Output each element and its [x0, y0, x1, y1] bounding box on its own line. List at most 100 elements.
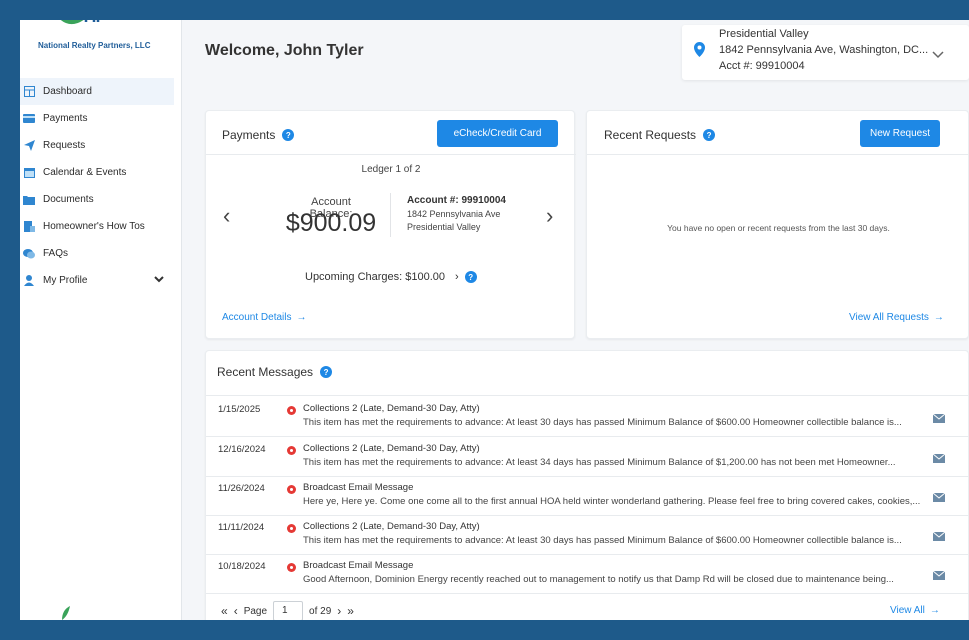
account-details-link[interactable]: Account Details → — [222, 312, 306, 323]
sidebar-item-dashboard[interactable]: Dashboard — [20, 78, 174, 105]
previous-ledger-arrow-icon[interactable]: ‹ — [223, 203, 230, 229]
page-label: Page — [243, 605, 268, 617]
recent-messages-card: Recent Messages ? 1/15/2025 Collections … — [205, 350, 969, 620]
messages-title: Recent Messages ? — [217, 365, 333, 379]
upcoming-charges[interactable]: Upcoming Charges: $100.00 › ? — [305, 271, 477, 283]
sidebar-item-label: FAQs — [43, 248, 69, 259]
sidebar-item-calendar[interactable]: Calendar & Events — [20, 159, 182, 186]
envelope-icon[interactable] — [932, 450, 946, 468]
property-selector[interactable]: Presidential Valley 1842 Pennsylvania Av… — [682, 25, 969, 80]
card-divider — [587, 154, 969, 155]
arrow-right-icon: → — [933, 312, 944, 323]
calendar-icon — [23, 167, 35, 179]
message-title: Collections 2 (Late, Demand-30 Day, Atty… — [303, 443, 480, 454]
message-title: Broadcast Email Message — [303, 560, 414, 571]
envelope-icon[interactable] — [932, 528, 946, 546]
upcoming-charges-text: Upcoming Charges: $100.00 — [305, 271, 446, 283]
help-icon[interactable]: ? — [320, 366, 333, 378]
alert-icon — [287, 524, 296, 533]
view-all-requests-text: View All Requests — [849, 312, 929, 323]
alert-icon — [287, 446, 296, 455]
payments-title-text: Payments — [222, 128, 276, 142]
help-icon[interactable]: ? — [464, 271, 477, 283]
arrow-right-icon: → — [929, 605, 940, 616]
sidebar-item-label: Documents — [43, 194, 94, 205]
echeck-credit-card-button[interactable]: eCheck/Credit Card — [437, 120, 558, 147]
property-account: Acct #: 99910004 — [719, 60, 805, 72]
sidebar-item-documents[interactable]: Documents — [20, 186, 182, 213]
ledger-indicator: Ledger 1 of 2 — [361, 164, 421, 175]
message-date: 12/16/2024 — [218, 444, 266, 455]
credit-card-icon — [23, 113, 35, 125]
message-row[interactable]: 11/26/2024 Broadcast Email Message Here … — [206, 476, 969, 516]
chevron-down-icon[interactable] — [932, 46, 944, 64]
book-icon — [23, 221, 35, 233]
account-balance-value: $900.09 — [285, 209, 377, 237]
chevron-right-icon: › — [455, 271, 459, 283]
sidebar-item-how-tos[interactable]: Homeowner's How Tos — [20, 213, 182, 240]
message-body: Here ye, Here ye. Come one come all to t… — [303, 496, 921, 507]
sidebar-item-faqs[interactable]: FAQs — [20, 240, 182, 267]
message-title: Collections 2 (Late, Demand-30 Day, Atty… — [303, 403, 480, 414]
message-row[interactable]: 1/15/2025 Collections 2 (Late, Demand-30… — [206, 397, 969, 437]
help-icon[interactable]: ? — [282, 129, 295, 141]
sidebar-item-my-profile[interactable]: My Profile — [20, 267, 182, 294]
sidebar-item-label: Dashboard — [43, 86, 92, 97]
requests-title: Recent Requests ? — [604, 128, 716, 142]
message-row[interactable]: 11/11/2024 Collections 2 (Late, Demand-3… — [206, 515, 969, 555]
next-page-icon[interactable]: › — [337, 604, 341, 618]
message-row[interactable]: 10/18/2024 Broadcast Email Message Good … — [206, 554, 969, 594]
alert-icon — [287, 563, 296, 572]
pagination: « ‹ Page 1 of 29 › » — [221, 601, 360, 620]
property-name: Presidential Valley — [719, 28, 809, 40]
page-total: of 29 — [309, 605, 332, 617]
message-date: 11/26/2024 — [218, 483, 265, 494]
messages-title-text: Recent Messages — [217, 365, 314, 379]
chat-icon — [23, 248, 35, 260]
help-icon[interactable]: ? — [703, 129, 716, 141]
sidebar-item-label: Calendar & Events — [43, 167, 127, 178]
requests-empty-message: You have no open or recent requests from… — [667, 223, 890, 233]
sidebar-nav: Dashboard Payments Requests Calendar & E… — [20, 78, 182, 294]
company-name: National Realty Partners, LLC — [38, 41, 151, 50]
company-logo[interactable]: National Realty Partners, LLC — [20, 20, 182, 60]
location-pin-icon — [694, 42, 705, 62]
message-row[interactable]: 12/16/2024 Collections 2 (Late, Demand-3… — [206, 437, 969, 477]
sidebar: National Realty Partners, LLC Dashboard … — [20, 20, 182, 620]
new-request-button[interactable]: New Request — [860, 120, 940, 147]
previous-page-icon[interactable]: ‹ — [234, 604, 238, 618]
card-divider — [206, 154, 576, 155]
alert-icon — [287, 485, 296, 494]
property-address: 1842 Pennsylvania Ave, Washington, DC... — [719, 44, 929, 56]
first-page-icon[interactable]: « — [221, 604, 228, 618]
message-body: This item has met the requirements to ad… — [303, 417, 902, 428]
message-date: 1/15/2025 — [218, 404, 261, 415]
view-all-messages-text: View All — [890, 605, 925, 616]
message-title: Broadcast Email Message — [303, 482, 414, 493]
chevron-down-icon[interactable] — [154, 275, 164, 286]
envelope-icon[interactable] — [932, 489, 946, 507]
payments-card: Payments ? eCheck/Credit Card Ledger 1 o… — [205, 110, 576, 339]
sidebar-item-label: Payments — [43, 113, 88, 124]
message-body: Good Afternoon, Dominion Energy recently… — [303, 574, 894, 585]
arrow-right-icon: → — [296, 312, 307, 323]
view-all-requests-link[interactable]: View All Requests → — [849, 312, 944, 323]
leaf-icon — [62, 606, 70, 620]
sidebar-item-requests[interactable]: Requests — [20, 132, 182, 159]
envelope-icon[interactable] — [932, 410, 946, 428]
last-page-icon[interactable]: » — [347, 604, 354, 618]
page-number-input[interactable]: 1 — [273, 601, 304, 620]
app-window: National Realty Partners, LLC Dashboard … — [20, 20, 969, 620]
envelope-icon[interactable] — [932, 567, 946, 585]
alert-icon — [287, 406, 296, 415]
paper-plane-icon — [23, 140, 35, 152]
next-ledger-arrow-icon[interactable]: › — [546, 203, 553, 229]
message-date: 10/18/2024 — [218, 561, 266, 572]
recent-requests-card: Recent Requests ? New Request You have n… — [586, 110, 969, 339]
message-title: Collections 2 (Late, Demand-30 Day, Atty… — [303, 521, 480, 532]
page-title: Welcome, John Tyler — [205, 42, 364, 59]
message-body: This item has met the requirements to ad… — [303, 535, 902, 546]
sidebar-item-payments[interactable]: Payments — [20, 105, 182, 132]
account-address-line1: 1842 Pennsylvania Ave — [407, 209, 501, 219]
view-all-messages-link[interactable]: View All → — [890, 605, 940, 616]
